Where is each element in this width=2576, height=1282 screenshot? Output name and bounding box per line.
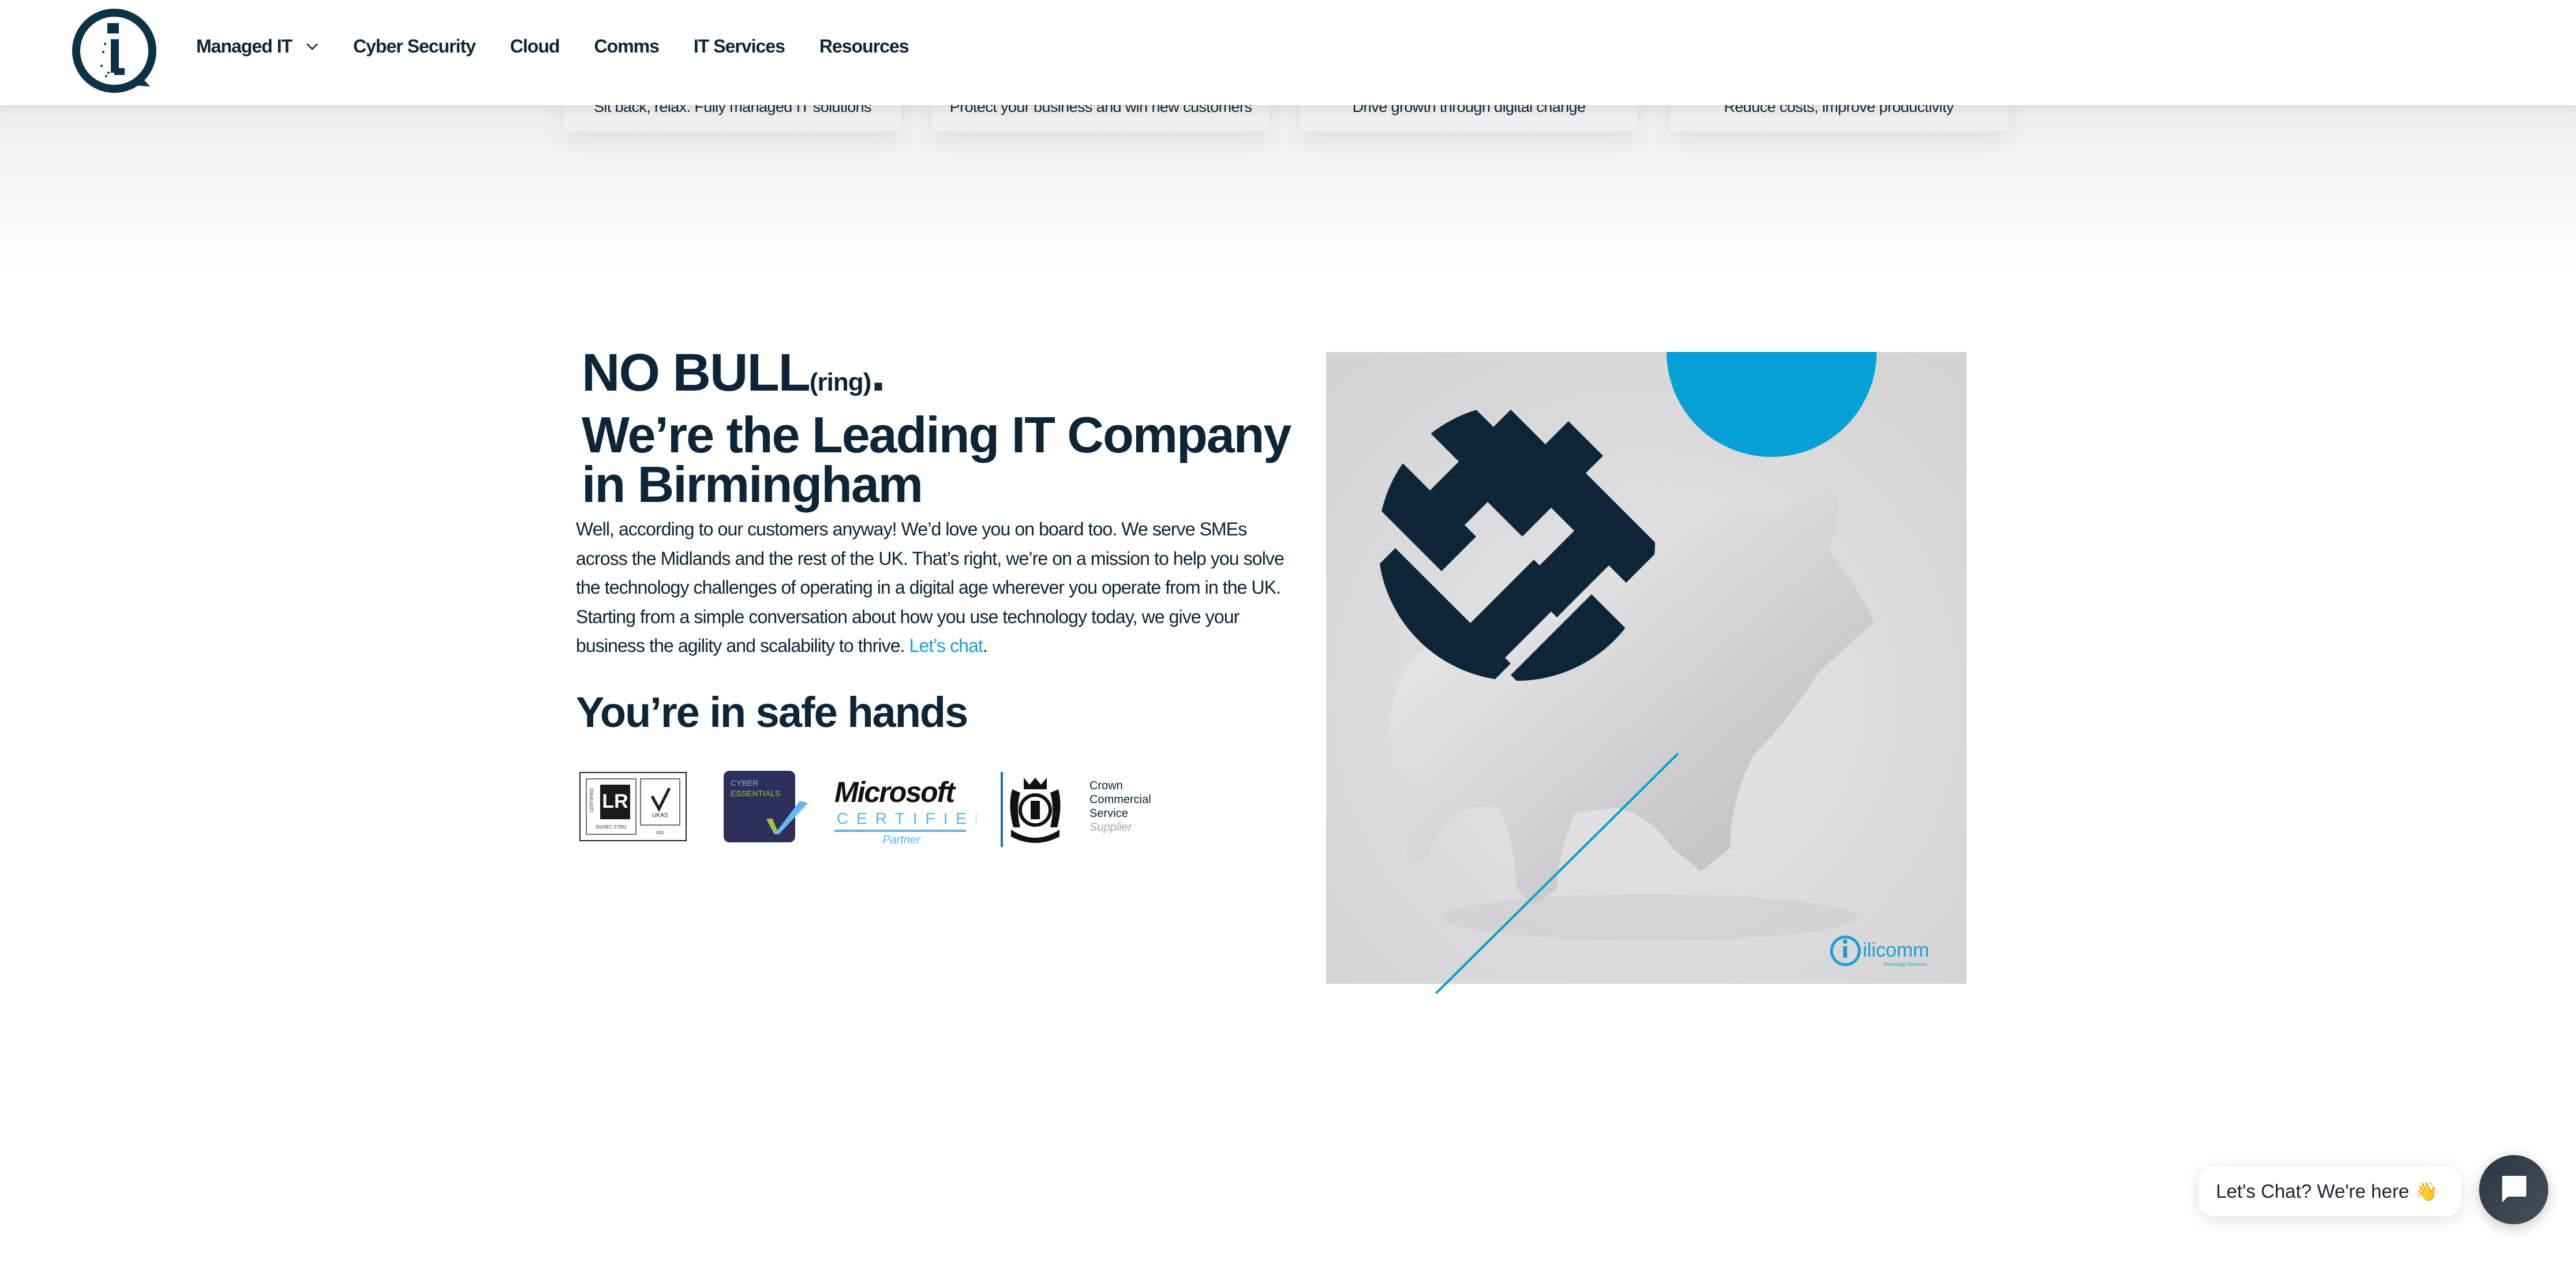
hero-title-line3: in Birmingham xyxy=(582,456,923,513)
main-nav: Managed IT Cyber Security Cloud Comms IT… xyxy=(196,36,943,57)
nav-label: Comms xyxy=(594,36,660,57)
microsoft-text: Microsoft xyxy=(834,776,956,808)
title-main: NO BULL xyxy=(582,343,811,402)
ilicomm-brand-text: ilicomm xyxy=(1863,939,1929,961)
svg-text:LR: LR xyxy=(602,790,628,812)
chat-icon xyxy=(2502,1176,2526,1202)
chevron-down-icon[interactable] xyxy=(306,43,319,51)
nav-cyber-security[interactable]: Cyber Security xyxy=(353,36,476,57)
hero-bull-image: ilicomm Technology Solutions xyxy=(1326,352,1967,994)
ukas-number-text: 001 xyxy=(656,830,664,835)
microsoft-partner-logo: Microsoft CERTIFIED Partner xyxy=(834,776,976,846)
nav-comms[interactable]: Comms xyxy=(594,36,660,57)
ilicomm-tagline-text: Technology Solutions xyxy=(1883,962,1927,967)
cyber-text: CYBER xyxy=(731,778,758,788)
nav-cloud[interactable]: Cloud xyxy=(510,36,560,57)
nav-managed-it[interactable]: Managed IT xyxy=(196,36,319,57)
essentials-text: ESSENTIALS xyxy=(731,789,780,798)
nav-label: Managed IT xyxy=(196,36,293,57)
site-header: Managed IT Cyber Security Cloud Comms IT… xyxy=(0,0,2576,105)
cyber-essentials-logo: CYBER ESSENTIALS xyxy=(724,771,808,842)
services-band xyxy=(0,105,2576,295)
certified-text: CERTIFIED xyxy=(837,809,976,827)
nav-label: Cyber Security xyxy=(353,36,476,57)
title-period: . xyxy=(871,343,886,402)
lets-chat-link[interactable]: Let’s chat xyxy=(909,635,983,656)
lrqa-ukas-logo: LR CERTIFIED ISO/IEC 27001 UKAS 001 xyxy=(579,772,687,841)
supplier-text: Supplier xyxy=(1089,821,1133,834)
nav-label: Resources xyxy=(819,36,909,57)
hero-title: NO BULL(ring). We’re the Leading IT Comp… xyxy=(582,345,1291,513)
nav-label: IT Services xyxy=(693,36,785,57)
crown-commercial-service-logo: Crown Commercial Service Supplier xyxy=(1001,772,1151,847)
open-chat-button[interactable] xyxy=(2479,1155,2548,1224)
hero-paragraph: Well, according to our customers anyway!… xyxy=(576,515,1291,661)
safe-hands-heading: You’re in safe hands xyxy=(576,688,968,736)
ilicomm-logo[interactable] xyxy=(70,6,160,96)
lrqa-iso-text: ISO/IEC 27001 xyxy=(596,824,627,830)
nav-label: Cloud xyxy=(510,36,560,57)
hero-title-line1: NO BULL(ring). xyxy=(582,345,1291,410)
waving-hand-icon: 👋 xyxy=(2414,1181,2438,1202)
partner-text: Partner xyxy=(882,834,921,846)
link-suffix: . xyxy=(982,635,988,656)
lrqa-certified-text: CERTIFIED xyxy=(589,788,594,812)
title-small: (ring) xyxy=(809,368,871,396)
chat-prompt-text: Let's Chat? We're here xyxy=(2216,1180,2409,1202)
hero-title-line2: We’re the Leading IT Company xyxy=(582,406,1291,463)
royal-coat-of-arms-icon xyxy=(1010,778,1061,843)
crown-text: Crown xyxy=(1089,779,1123,792)
chat-prompt-bubble[interactable]: Let's Chat? We're here 👋 xyxy=(2199,1167,2461,1216)
nav-resources[interactable]: Resources xyxy=(819,36,909,57)
commercial-text: Commercial xyxy=(1089,793,1151,806)
ukas-text: UKAS xyxy=(652,812,668,819)
nav-it-services[interactable]: IT Services xyxy=(694,36,785,57)
service-text: Service xyxy=(1089,807,1128,820)
